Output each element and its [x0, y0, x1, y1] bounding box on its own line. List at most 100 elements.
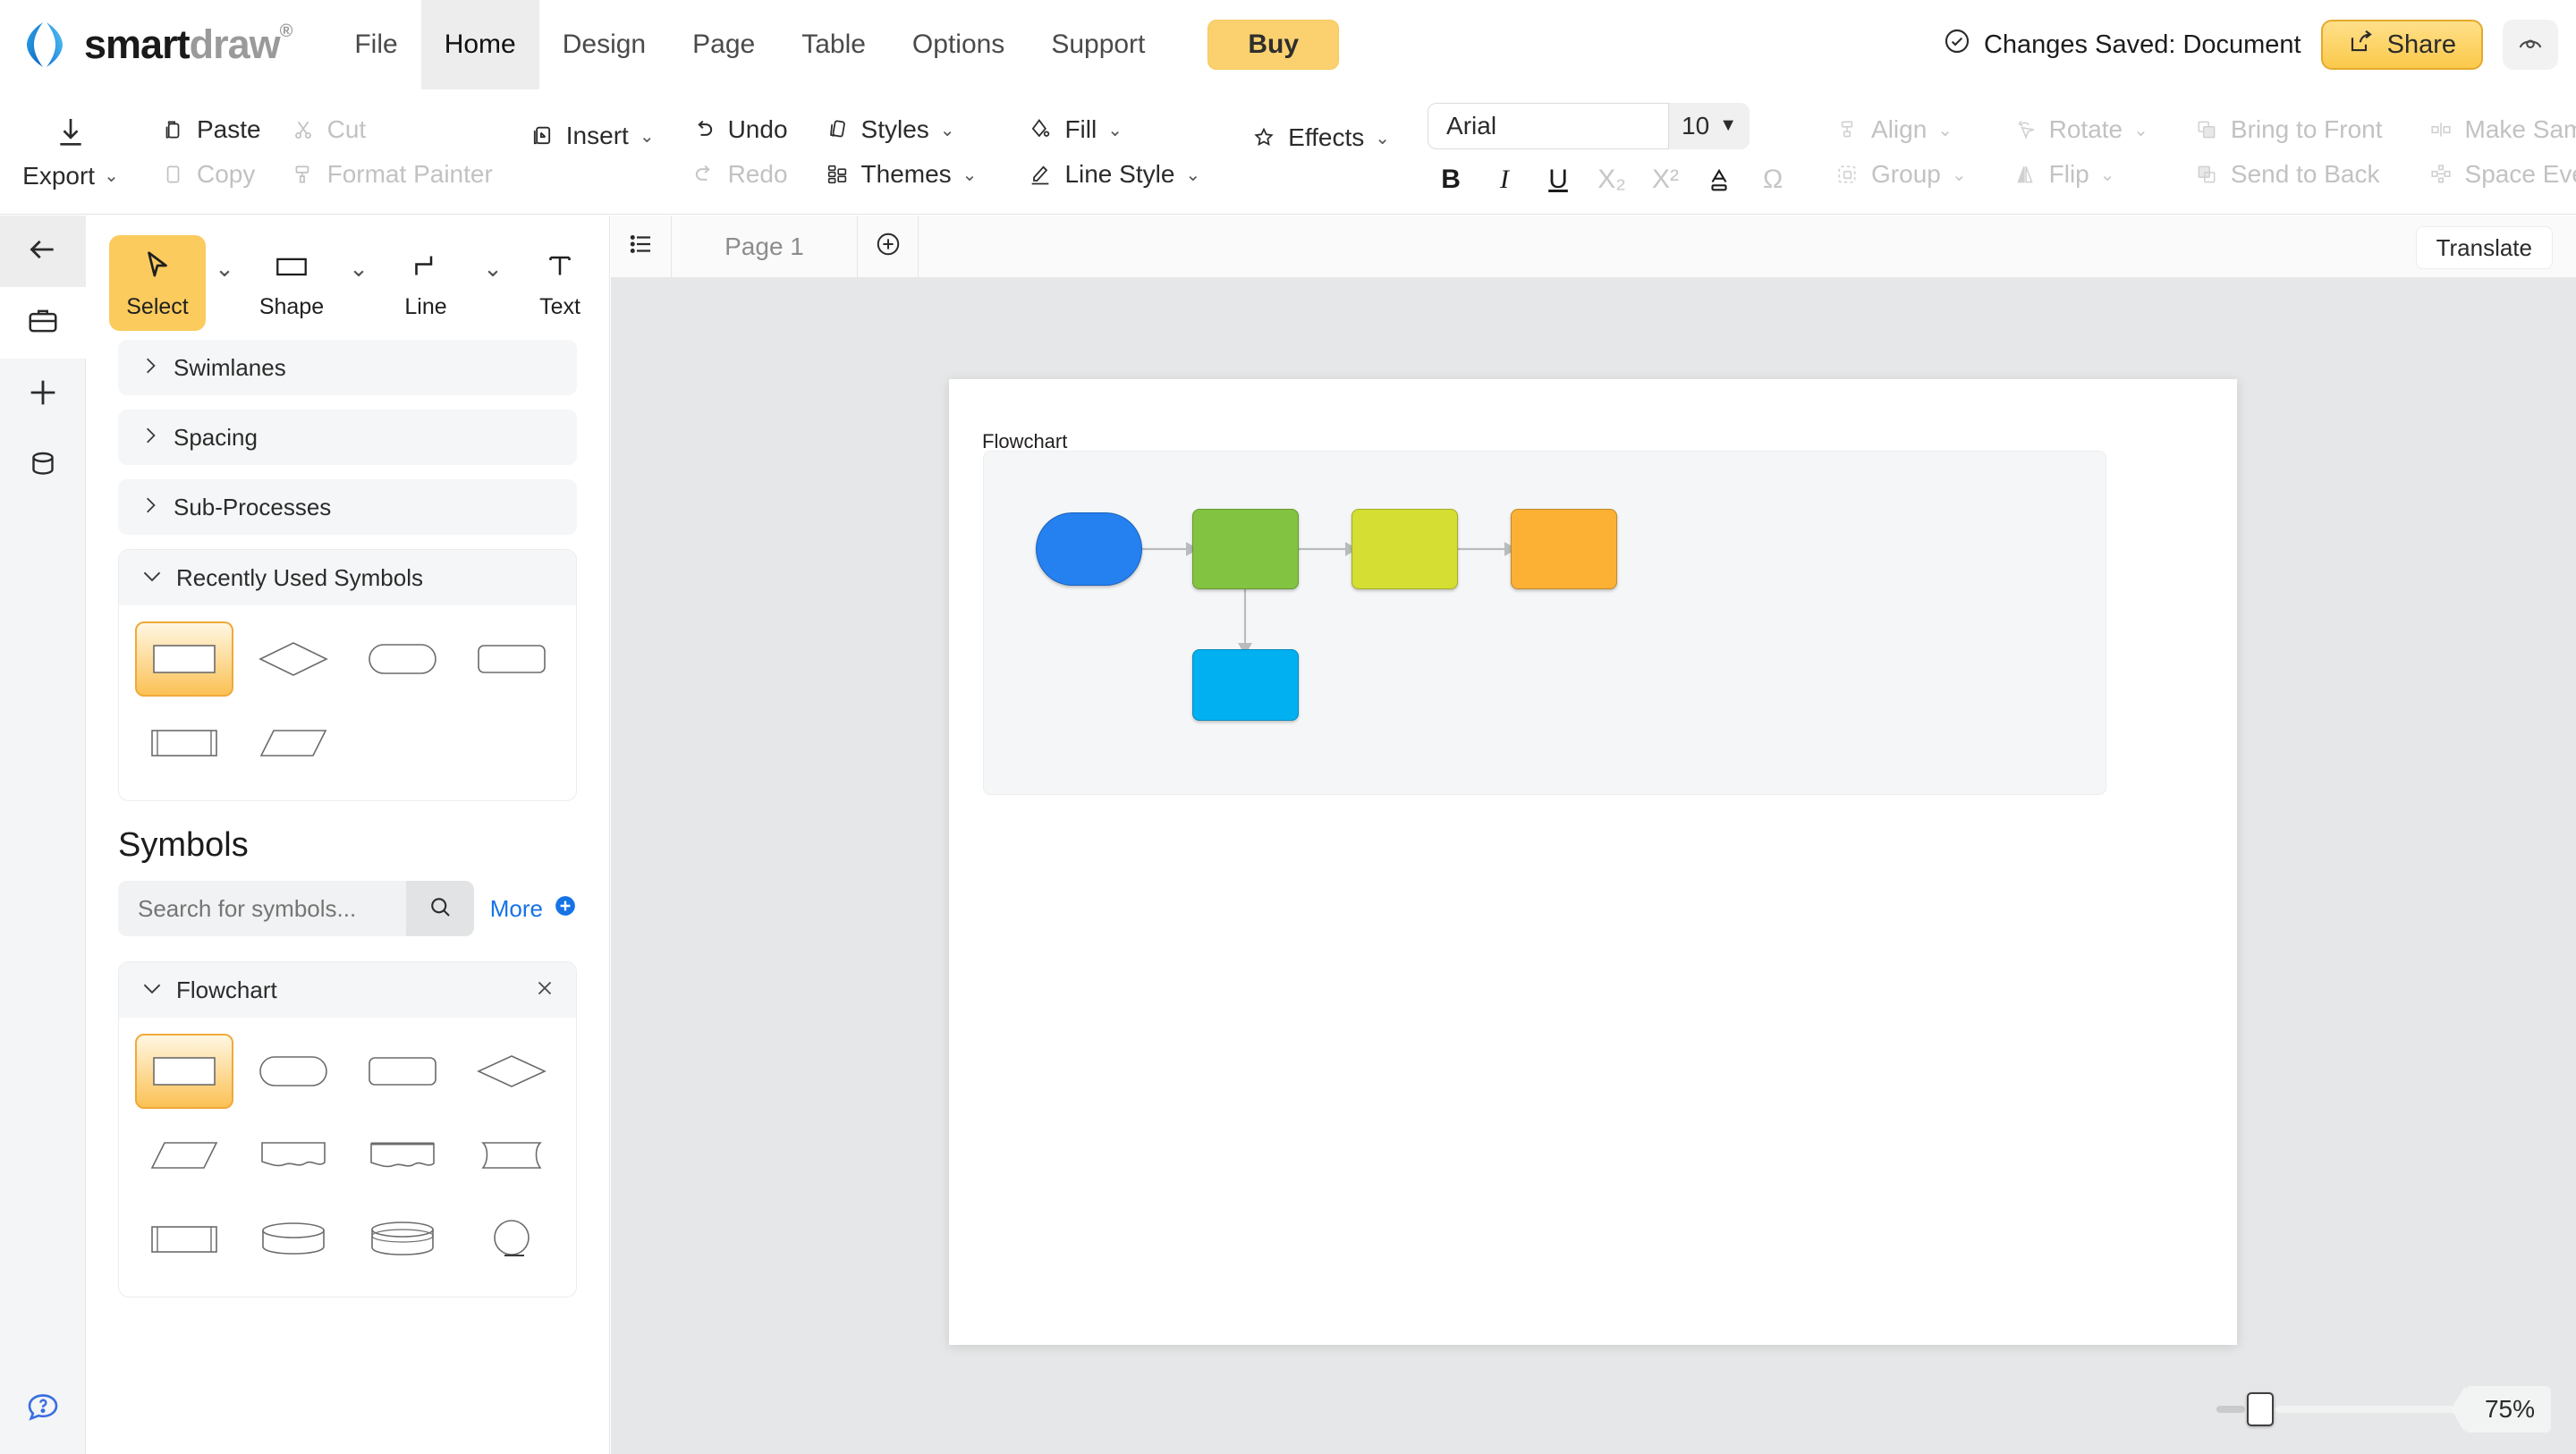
symbol-connector-circle[interactable] [462, 1202, 561, 1277]
page-tab-1[interactable]: Page 1 [672, 215, 858, 278]
data-button[interactable] [0, 430, 86, 502]
clipboard-col-2: Cut Format Painter [275, 89, 507, 215]
copy-icon [159, 161, 186, 188]
symbol-process-rectangle[interactable] [135, 1034, 233, 1109]
underline-button[interactable]: U [1535, 158, 1581, 201]
back-button[interactable] [0, 216, 86, 287]
fill-button[interactable]: Fill ⌄ [1013, 110, 1215, 149]
symbol-data-parallelogram[interactable] [244, 706, 343, 781]
styles-button[interactable]: Styles ⌄ [809, 110, 992, 149]
recently-used-symbols-header[interactable]: Recently Used Symbols [119, 550, 576, 605]
menu-item-table[interactable]: Table [778, 0, 889, 89]
insert-button[interactable]: Insert ⌄ [514, 116, 669, 156]
export-button[interactable]: Export ⌄ [4, 114, 138, 190]
templates-button[interactable] [0, 287, 86, 359]
tool-select-caret[interactable]: ⌄ [206, 235, 243, 283]
zoom-control[interactable]: 75% [2216, 1386, 2551, 1433]
menu-item-support[interactable]: Support [1028, 0, 1168, 89]
symbol-disk-storage[interactable] [353, 1202, 452, 1277]
themes-button[interactable]: Themes ⌄ [809, 155, 992, 194]
copy-button[interactable]: Copy [145, 155, 275, 194]
tool-shape[interactable]: Shape [243, 235, 340, 331]
ribbon-toolbar: Export ⌄ Paste Copy Cut Format Painter I… [0, 89, 2576, 215]
add-page-button[interactable] [858, 215, 919, 278]
space-evenly-button[interactable]: Space Evenly ⌄ [2413, 155, 2576, 194]
symbol-decision-diamond[interactable] [462, 1034, 561, 1109]
cut-button[interactable]: Cut [275, 110, 507, 149]
diagram-frame[interactable] [983, 451, 2106, 795]
help-button[interactable] [0, 1389, 86, 1429]
symbol-document[interactable] [244, 1118, 343, 1193]
page-list-button[interactable] [611, 215, 672, 278]
translate-button[interactable]: Translate [2415, 226, 2553, 269]
italic-button[interactable]: I [1481, 158, 1528, 201]
buy-button[interactable]: Buy [1208, 20, 1340, 70]
bold-button[interactable]: B [1428, 158, 1474, 201]
more-symbols-link[interactable]: More [490, 894, 577, 924]
flip-button[interactable]: Flip ⌄ [1997, 155, 2163, 194]
close-icon[interactable] [533, 976, 556, 1004]
zoom-track-right[interactable] [2275, 1406, 2469, 1413]
add-button[interactable] [0, 359, 86, 430]
accordion-swimlanes[interactable]: Swimlanes [118, 340, 577, 395]
effects-button[interactable]: Effects ⌄ [1236, 118, 1404, 157]
superscript-button[interactable]: X² [1642, 158, 1689, 201]
symbol-rounded-rectangle[interactable] [353, 1034, 452, 1109]
process-node-2[interactable] [1352, 509, 1458, 589]
symbol-direct-access-storage[interactable] [244, 1202, 343, 1277]
search-input[interactable] [138, 894, 406, 923]
share-button[interactable]: Share [2320, 20, 2483, 70]
symbol-button[interactable]: Ω [1750, 158, 1796, 201]
tool-shape-caret[interactable]: ⌄ [340, 235, 377, 283]
redo-button[interactable]: Redo [676, 155, 802, 194]
search-button[interactable] [405, 881, 474, 936]
tool-select[interactable]: Select [109, 235, 206, 331]
send-to-back-button[interactable]: Send to Back [2179, 155, 2397, 194]
paste-button[interactable]: Paste [145, 110, 275, 149]
canvas-area[interactable]: Flowchart 75% [611, 278, 2576, 1454]
make-same-button[interactable]: Make Same ⌄ [2413, 110, 2576, 149]
menu-item-options[interactable]: Options [889, 0, 1028, 89]
send-to-back-label: Send to Back [2230, 160, 2380, 188]
symbol-terminator-stadium[interactable] [353, 621, 452, 697]
symbol-stored-data[interactable] [462, 1118, 561, 1193]
menu-item-page[interactable]: Page [669, 0, 778, 89]
group-button[interactable]: Group ⌄ [1819, 155, 1981, 194]
symbol-multi-document[interactable] [353, 1118, 452, 1193]
font-family-input[interactable]: Arial [1428, 102, 1670, 149]
zoom-slider-handle[interactable] [2246, 1392, 2274, 1426]
menu-item-home[interactable]: Home [420, 0, 539, 89]
format-painter-button[interactable]: Format Painter [275, 155, 507, 194]
symbol-process-rectangle[interactable] [135, 621, 233, 697]
menu-item-design[interactable]: Design [539, 0, 669, 89]
zoom-track-left[interactable] [2216, 1406, 2245, 1413]
page-sheet[interactable]: Flowchart [949, 379, 2237, 1345]
symbol-predefined-process[interactable] [135, 706, 233, 781]
smartdraw-logo[interactable]: smartdraw® [20, 20, 292, 70]
line-style-button[interactable]: Line Style ⌄ [1013, 155, 1215, 194]
start-node[interactable] [1036, 512, 1142, 586]
tool-line-caret[interactable]: ⌄ [474, 235, 512, 283]
tool-text[interactable]: Text [512, 235, 608, 331]
tool-line[interactable]: Line [377, 235, 474, 331]
symbol-predefined-process[interactable] [135, 1202, 233, 1277]
symbol-decision-diamond[interactable] [244, 621, 343, 697]
accordion-sub-processes[interactable]: Sub-Processes [118, 479, 577, 535]
process-node-3[interactable] [1511, 509, 1617, 589]
symbol-data-parallelogram[interactable] [135, 1118, 233, 1193]
align-button[interactable]: Align ⌄ [1819, 110, 1981, 149]
flowchart-symbols-header[interactable]: Flowchart [119, 962, 576, 1018]
undo-button[interactable]: Undo [676, 110, 802, 149]
bring-to-front-button[interactable]: Bring to Front [2179, 110, 2397, 149]
rotate-button[interactable]: Rotate ⌄ [1997, 110, 2163, 149]
menu-item-file[interactable]: File [331, 0, 420, 89]
font-color-button[interactable] [1696, 158, 1742, 201]
subscript-button[interactable]: X₂ [1589, 158, 1635, 201]
font-size-select[interactable]: 10 ▼ [1669, 102, 1750, 149]
process-node-4[interactable] [1192, 649, 1299, 721]
symbol-terminator-stadium[interactable] [244, 1034, 343, 1109]
symbol-rounded-rectangle[interactable] [462, 621, 561, 697]
preview-eye-button[interactable] [2503, 20, 2558, 70]
process-node-1[interactable] [1192, 509, 1299, 589]
accordion-spacing[interactable]: Spacing [118, 410, 577, 465]
